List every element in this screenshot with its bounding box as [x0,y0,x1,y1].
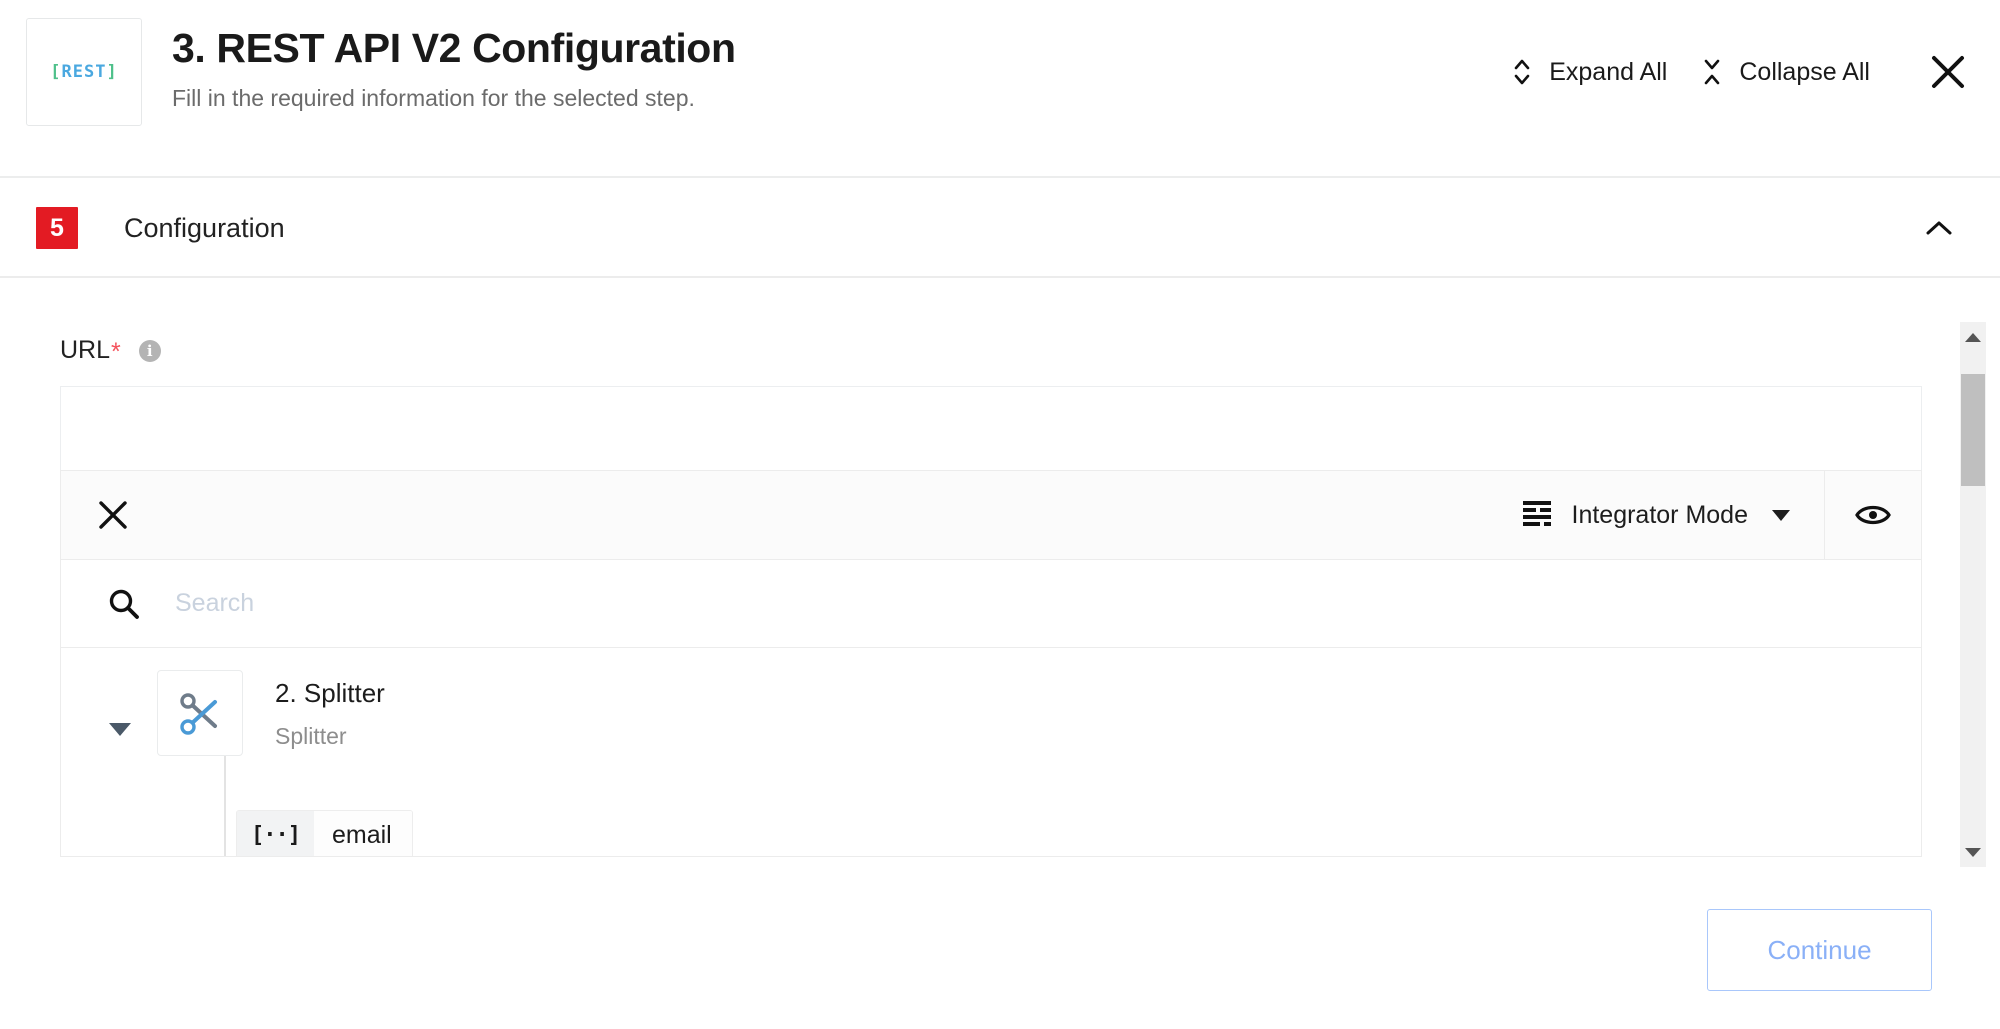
rest-logo-text: [REST] [50,62,117,82]
required-marker: * [111,338,121,366]
picker-close-button[interactable] [91,493,135,537]
collapse-all-label: Collapse All [1739,57,1870,86]
rest-api-logo: [REST] [26,18,142,126]
expand-all-label: Expand All [1549,57,1668,86]
logo-word: REST [61,62,107,82]
continue-button[interactable]: Continue [1707,909,1932,991]
scrollbar-thumb[interactable] [1961,374,1985,486]
collapse-all-button[interactable]: Collapse All [1691,49,1880,95]
header-actions: Expand All Collapse All [1487,48,1972,96]
chevron-down-icon [1772,509,1790,521]
variable-search-row [60,560,1922,648]
page-title: 3. REST API V2 Configuration [172,25,736,71]
section-collapse-toggle[interactable] [1922,216,1956,240]
tree-node-title: 2. Splitter [275,678,385,708]
url-input[interactable] [60,386,1922,470]
tree-node-subtitle: Splitter [275,723,347,749]
configuration-body: URL * i Integrator Mode Search 2. Splitt… [0,282,2000,879]
tree-item-splitter[interactable]: 2. Splitter Splitter [··] email [61,648,1921,856]
logo-bracket-right: ] [106,62,118,82]
variable-icon: [··] [237,811,314,856]
url-field-label: URL * i [60,336,161,365]
header-title-block: 3. REST API V2 Configuration Fill in the… [172,25,1487,112]
info-icon[interactable]: i [138,339,161,362]
triangle-down-icon [1965,847,1981,857]
close-dialog-button[interactable] [1924,48,1972,96]
scrollbar-track[interactable] [1960,352,1986,837]
triangle-up-icon [1965,332,1981,342]
integrator-mode-label: Integrator Mode [1571,500,1749,529]
step-badge: 5 [36,207,78,249]
logo-bracket-left: [ [50,62,62,82]
scroll-up-button[interactable] [1960,322,1986,352]
toggle-preview-button[interactable] [1825,471,1921,559]
search-input[interactable] [175,589,1575,618]
expand-all-icon [1511,55,1533,89]
tree-children-row: [··] email [61,810,413,856]
tree-expand-toggle[interactable] [105,714,135,744]
variable-chip-label: email [313,811,412,856]
configuration-section-header[interactable]: 5 Configuration [0,180,2000,278]
close-icon [1932,56,1964,88]
tree-node-text: 2. Splitter Splitter [275,670,385,750]
url-label-text: URL [60,336,111,364]
page-subtitle: Fill in the required information for the… [172,85,695,112]
panel-scrollbar[interactable] [1960,322,1986,867]
dialog-header: [REST] 3. REST API V2 Configuration Fill… [0,0,2000,178]
scroll-down-button[interactable] [1960,837,1986,867]
expand-all-button[interactable]: Expand All [1501,49,1677,95]
eye-icon [1855,505,1891,525]
integrator-mode-dropdown[interactable]: Integrator Mode [1522,471,1825,559]
variable-picker-toolbar: Integrator Mode [60,470,1922,560]
search-icon [107,587,141,621]
chevron-up-icon [1926,221,1952,235]
variable-chip-email[interactable]: [··] email [236,810,413,856]
variable-tree-panel: 2. Splitter Splitter [··] email [60,648,1922,857]
mode-list-icon [1522,499,1552,532]
triangle-down-icon [109,722,131,736]
scissors-icon [157,670,243,756]
close-icon [99,501,127,529]
section-title: Configuration [124,212,285,243]
dialog-footer: Continue [0,879,2000,1029]
collapse-all-icon [1701,55,1723,89]
